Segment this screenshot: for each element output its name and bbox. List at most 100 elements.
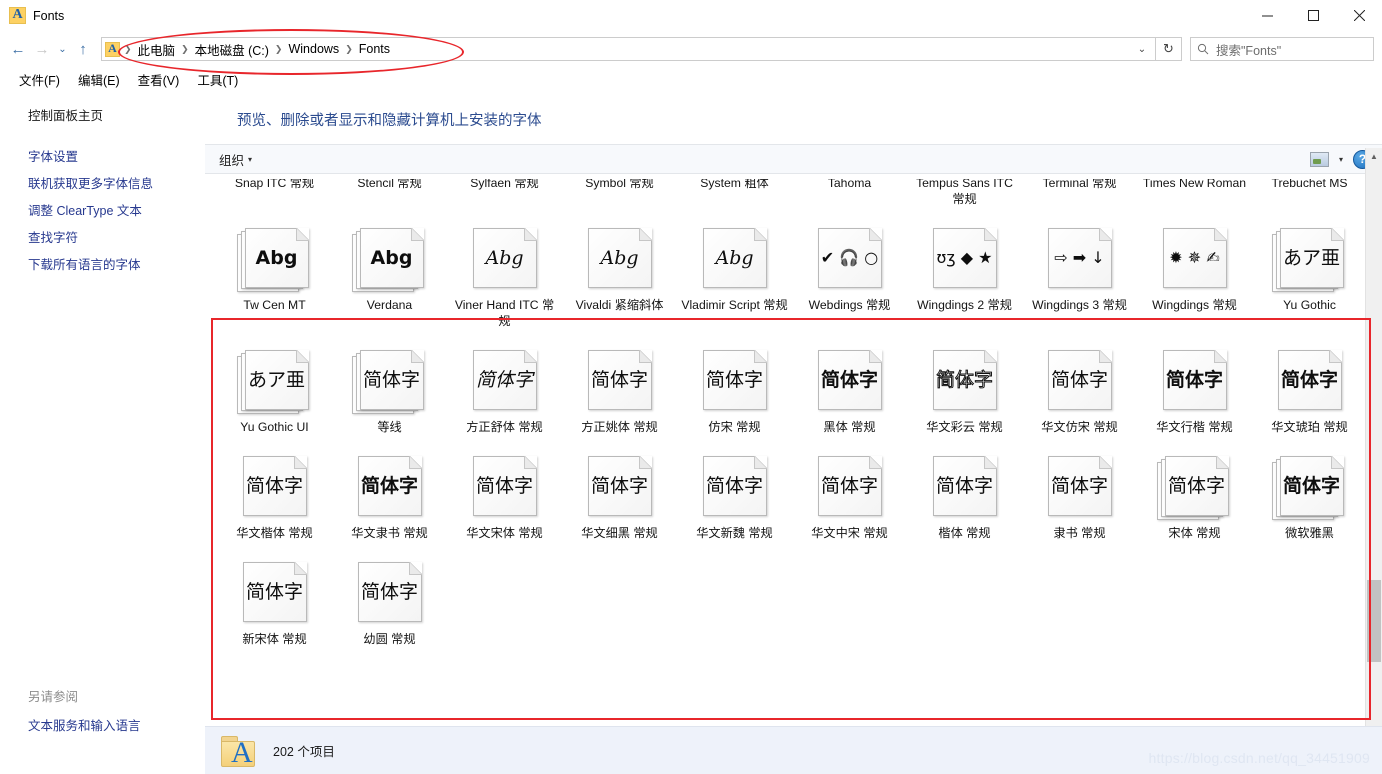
font-item[interactable]: 简体字 微软雅黑 [1252, 448, 1367, 541]
refresh-icon[interactable]: ↻ [1156, 37, 1182, 61]
font-item[interactable]: 简体字 华文新魏 常规 [677, 448, 792, 541]
font-item-label: Verdana [366, 298, 413, 312]
font-item[interactable]: 简体字 方正姚体 常规 [562, 342, 677, 435]
font-preview-sample: 简体字 [1050, 474, 1108, 497]
font-item-label: 华文宋体 常规 [466, 526, 543, 540]
font-item[interactable]: 简体字 华文行楷 常规 [1137, 342, 1252, 435]
sidebar-item-find-character[interactable]: 查找字符 [0, 223, 205, 250]
maximize-button[interactable] [1290, 0, 1336, 31]
font-page-front: 简体字 [357, 456, 422, 516]
font-item[interactable]: 简体字 楷体 常规 [907, 448, 1022, 541]
font-item[interactable]: Abg Vivaldi 紧缩斜体 [562, 220, 677, 329]
font-item[interactable]: 简体字 华文仿宋 常规 [1022, 342, 1137, 435]
font-item[interactable]: 简体字 宋体 常规 [1137, 448, 1252, 541]
font-page-front: Abg [244, 228, 309, 288]
sidebar-item-font-settings[interactable]: 字体设置 [0, 142, 205, 169]
font-item[interactable]: Symbol 常规 [562, 179, 677, 207]
view-layout-icon[interactable] [1309, 151, 1329, 167]
font-item[interactable]: Sylfaen 常规 [447, 179, 562, 207]
font-item-label: 黑体 常规 [823, 420, 876, 434]
font-preview-sample: Abg [255, 246, 298, 269]
font-item[interactable]: 简体字 华文细黑 常规 [562, 448, 677, 541]
font-item[interactable]: Stencil 常规 [332, 179, 447, 207]
breadcrumb-item-1[interactable]: 本地磁盘 (C:) [190, 40, 274, 59]
sidebar-item-download-all-languages[interactable]: 下载所有语言的字体 [0, 250, 205, 277]
font-item[interactable]: Trebuchet MS [1252, 179, 1367, 207]
font-item[interactable]: Abg Tw Cen MT [217, 220, 332, 329]
font-item[interactable]: Terminal 常规 [1022, 179, 1137, 207]
font-item[interactable]: 简体字 黑体 常规 [792, 342, 907, 435]
font-item-label: 华文彩云 常规 [926, 420, 1003, 434]
chevron-down-icon[interactable]: ▾ [1339, 155, 1343, 164]
font-page-front: 简体字 [587, 350, 652, 410]
close-button[interactable] [1336, 0, 1382, 31]
page-fold-corner [638, 456, 652, 469]
font-item[interactable]: 简体字 华文中宋 常规 [792, 448, 907, 541]
breadcrumb-item-3[interactable]: Fonts [354, 42, 395, 56]
font-preview-sample: 简体字 [935, 474, 993, 497]
sidebar-item-text-services[interactable]: 文本服务和输入语言 [0, 711, 205, 738]
font-item[interactable]: ✹ ✵ ✍ Wingdings 常规 [1137, 220, 1252, 329]
page-fold-corner [295, 228, 309, 241]
font-item[interactable]: あア亜 Yu Gothic UI [217, 342, 332, 435]
minimize-button[interactable] [1244, 0, 1290, 31]
organize-button[interactable]: 组织 ▾ [219, 150, 252, 169]
font-item[interactable]: Snap ITC 常规 [217, 179, 332, 207]
font-item[interactable]: 简体字 隶书 常规 [1022, 448, 1137, 541]
font-item[interactable]: Abg Verdana [332, 220, 447, 329]
page-fold-corner [1213, 350, 1227, 363]
font-file-icon: 简体字 [927, 350, 1003, 416]
font-item[interactable]: 简体字 幼圆 常规 [332, 554, 447, 647]
breadcrumb-separator: ❯ [345, 43, 353, 54]
font-item[interactable]: Tahoma [792, 179, 907, 207]
forward-arrow-icon[interactable]: → [30, 37, 54, 61]
font-page-front: 简体字 [1047, 350, 1112, 410]
sidebar-item-get-more-fonts[interactable]: 联机获取更多字体信息 [0, 169, 205, 196]
organize-label: 组织 [219, 153, 245, 168]
font-item[interactable]: 简体字 华文隶书 常规 [332, 448, 447, 541]
font-item[interactable]: 简体字 华文楷体 常规 [217, 448, 332, 541]
menu-view[interactable]: 查看(V) [129, 68, 189, 91]
font-item[interactable]: ʊʒ ◆ ★ Wingdings 2 常规 [907, 220, 1022, 329]
menu-file[interactable]: 文件(F) [10, 68, 69, 91]
font-item-label: 方正舒体 常规 [466, 420, 543, 434]
font-item[interactable]: 简体字 华文琥珀 常规 [1252, 342, 1367, 435]
breadcrumb-item-0[interactable]: 此电脑 [133, 40, 181, 59]
scrollbar-thumb[interactable] [1367, 580, 1381, 662]
vertical-scrollbar[interactable]: ▲ ▼ [1365, 148, 1382, 756]
row-gap [217, 207, 1382, 220]
sidebar-item-control-panel-home[interactable]: 控制面板主页 [0, 101, 205, 128]
font-item[interactable]: Tempus Sans ITC 常规 [907, 179, 1022, 207]
font-item[interactable]: 简体字 新宋体 常规 [217, 554, 332, 647]
font-item[interactable]: Abg Vladimir Script 常规 [677, 220, 792, 329]
search-input[interactable]: 搜索"Fonts" [1190, 37, 1374, 61]
recent-locations-icon[interactable]: ⌄ [54, 37, 71, 61]
font-item[interactable]: 简体字华文彩云 常规 [907, 342, 1022, 435]
font-item[interactable]: 简体字 仿宋 常规 [677, 342, 792, 435]
font-item[interactable]: Times New Roman [1137, 179, 1252, 207]
page-fold-corner [410, 350, 424, 363]
breadcrumb-font-icon: A [105, 41, 120, 57]
font-item[interactable]: Abg Viner Hand ITC 常规 [447, 220, 562, 329]
font-item[interactable]: 简体字 等线 [332, 342, 447, 435]
chevron-down-icon[interactable]: ⌄ [1131, 44, 1153, 55]
font-page-front: 简体字 [932, 350, 997, 410]
menu-edit[interactable]: 编辑(E) [69, 68, 129, 91]
scroll-up-arrow-icon[interactable]: ▲ [1366, 148, 1382, 165]
font-item[interactable]: ✔ 🎧 ○ Webdings 常规 [792, 220, 907, 329]
font-item[interactable]: あア亜 Yu Gothic [1252, 220, 1367, 329]
font-item[interactable]: 简体字 华文宋体 常规 [447, 448, 562, 541]
up-arrow-icon[interactable]: ↑ [71, 37, 95, 61]
font-item[interactable]: ⇨ ➡ ↓ Wingdings 3 常规 [1022, 220, 1137, 329]
breadcrumb[interactable]: A ❯ 此电脑 ❯ 本地磁盘 (C:) ❯ Windows ❯ Fonts ⌄ [101, 37, 1156, 61]
font-preview-sample: ʊʒ ◆ ★ [936, 248, 993, 267]
breadcrumb-item-2[interactable]: Windows [283, 42, 344, 56]
menu-tools[interactable]: 工具(T) [188, 68, 247, 91]
font-item[interactable]: 简体字 方正舒体 常规 [447, 342, 562, 435]
page-fold-corner [638, 228, 652, 241]
page-fold-corner [1098, 350, 1112, 363]
fonts-grid-viewport[interactable]: Snap ITC 常规 Stencil 常规 Sylfaen 常规 Symbol 常规… [205, 179, 1382, 726]
back-arrow-icon[interactable]: ← [6, 37, 30, 61]
sidebar-item-adjust-cleartype[interactable]: 调整 ClearType 文本 [0, 196, 205, 223]
font-item[interactable]: System 粗体 [677, 179, 792, 207]
